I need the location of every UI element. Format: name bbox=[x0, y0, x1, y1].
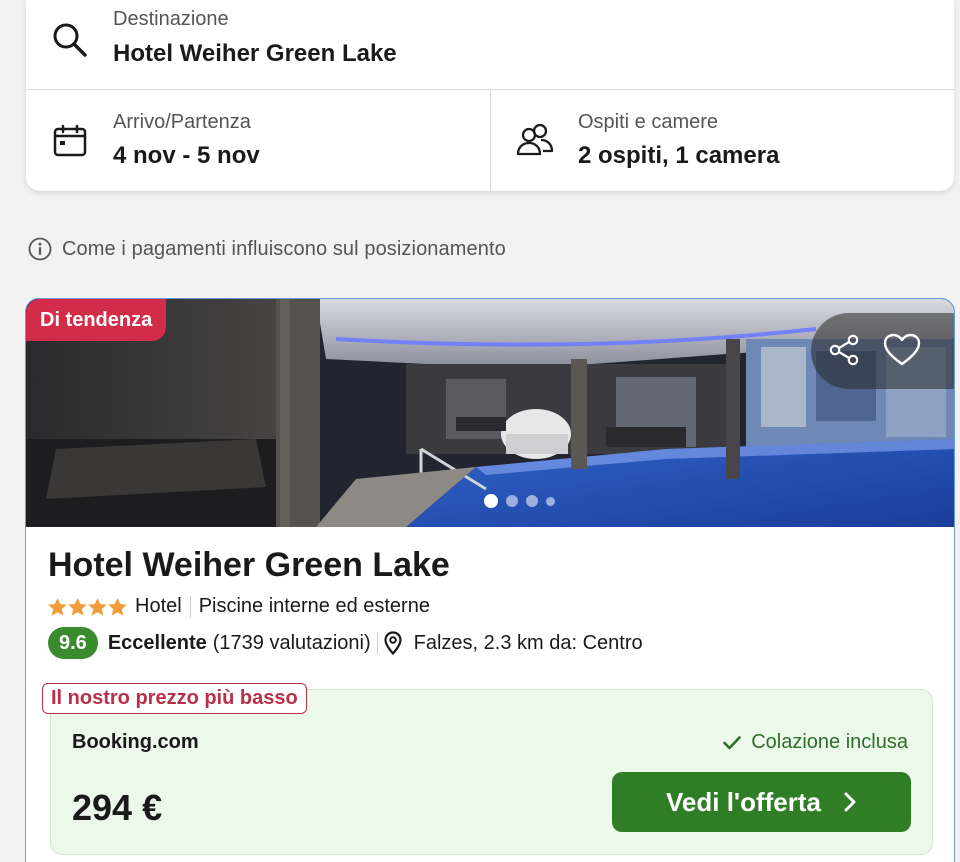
guests-value: 2 ospiti, 1 camera bbox=[578, 142, 780, 169]
hotel-card[interactable]: Di tendenza Hotel Weiher Green Lake Hote… bbox=[25, 298, 955, 862]
star-icon bbox=[68, 597, 87, 616]
destination-value: Hotel Weiher Green Lake bbox=[113, 40, 397, 67]
gallery-dot[interactable] bbox=[526, 495, 538, 507]
trending-badge: Di tendenza bbox=[26, 299, 167, 341]
divider bbox=[189, 595, 191, 618]
guests-icon bbox=[516, 123, 554, 156]
star-icon bbox=[88, 597, 107, 616]
calendar-icon bbox=[53, 124, 87, 157]
star-icon bbox=[48, 597, 67, 616]
ranking-info-text: Come i pagamenti influiscono sul posizio… bbox=[62, 237, 506, 260]
amenity-label: Colazione inclusa bbox=[751, 731, 908, 753]
hotel-location: Falzes, 2.3 km da: Centro bbox=[413, 631, 643, 654]
location-pin-icon bbox=[384, 631, 402, 655]
lowest-price-badge: Il nostro prezzo più basso bbox=[42, 683, 307, 714]
destination-label: Destinazione bbox=[113, 8, 229, 30]
breakfast-included: Colazione inclusa bbox=[723, 731, 908, 754]
search-icon bbox=[53, 23, 87, 57]
hotel-type: Hotel bbox=[135, 595, 182, 617]
review-count: (1739 valutazioni) bbox=[212, 631, 371, 654]
favorite-heart-icon[interactable] bbox=[883, 333, 921, 367]
offer-provider: Booking.com bbox=[72, 731, 199, 753]
star-rating bbox=[48, 597, 127, 616]
ranking-info-link[interactable]: Come i pagamenti influiscono sul posizio… bbox=[28, 237, 506, 261]
search-panel: Destinazione Hotel Weiher Green Lake Arr… bbox=[26, 0, 954, 191]
dates-field[interactable]: Arrivo/Partenza 4 nov - 5 nov bbox=[26, 90, 491, 191]
gallery-dot[interactable] bbox=[506, 495, 518, 507]
star-icon bbox=[108, 597, 127, 616]
guests-field[interactable]: Ospiti e camere 2 ospiti, 1 camera bbox=[491, 90, 954, 191]
chevron-right-icon bbox=[844, 792, 856, 812]
offer-price: 294 € bbox=[72, 787, 163, 828]
rating-word: Eccellente bbox=[107, 631, 207, 654]
divider bbox=[376, 632, 378, 654]
destination-field[interactable]: Destinazione Hotel Weiher Green Lake bbox=[26, 0, 954, 90]
gallery-dot[interactable] bbox=[484, 494, 498, 508]
hotel-feature: Piscine interne ed esterne bbox=[198, 595, 430, 617]
hotel-photo[interactable]: Di tendenza bbox=[26, 299, 954, 527]
check-icon bbox=[723, 735, 742, 749]
view-offer-label: Vedi l'offerta bbox=[666, 786, 821, 817]
share-icon[interactable] bbox=[827, 333, 861, 367]
dates-value: 4 nov - 5 nov bbox=[113, 142, 260, 169]
hotel-meta: Hotel Piscine interne ed esterne bbox=[48, 595, 430, 618]
gallery-dot[interactable] bbox=[546, 496, 555, 506]
info-icon bbox=[28, 237, 52, 261]
rating-row: 9.6 Eccellente (1739 valutazioni) Falzes… bbox=[48, 627, 643, 659]
view-offer-button[interactable]: Vedi l'offerta bbox=[612, 772, 911, 832]
gallery-pagination[interactable] bbox=[484, 494, 555, 508]
photo-actions bbox=[811, 313, 954, 389]
guests-label: Ospiti e camere bbox=[578, 111, 719, 133]
rating-score-badge: 9.6 bbox=[48, 627, 98, 659]
hotel-name[interactable]: Hotel Weiher Green Lake bbox=[48, 546, 450, 585]
dates-label: Arrivo/Partenza bbox=[113, 111, 251, 133]
